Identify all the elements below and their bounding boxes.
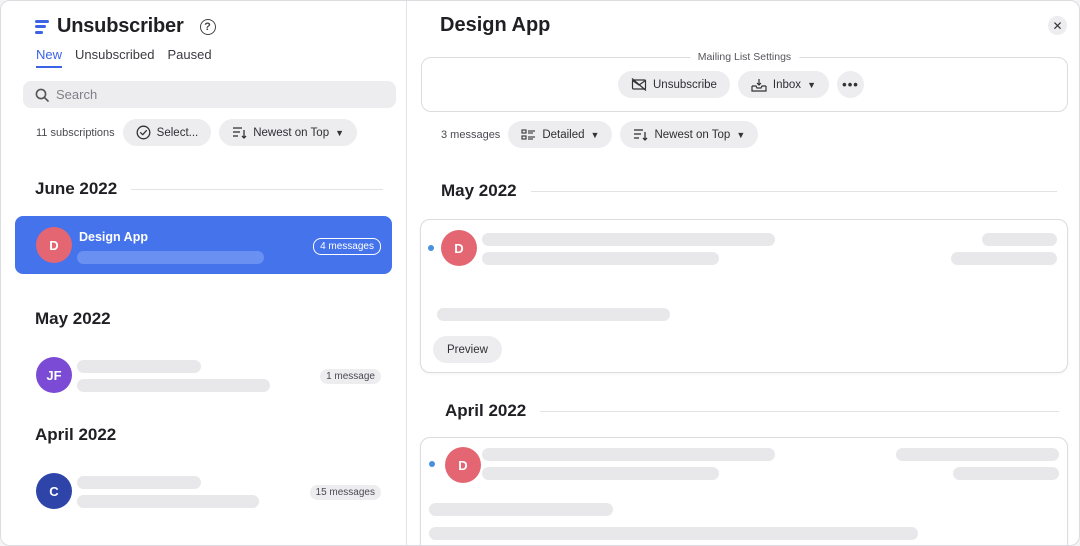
placeholder-line [896, 448, 1059, 461]
message-group-may-2022: May 2022 [441, 181, 1057, 201]
help-icon[interactable]: ? [199, 18, 216, 35]
avatar: D [36, 227, 72, 263]
search-icon [35, 88, 49, 102]
message-card[interactable]: D [420, 437, 1068, 545]
message-group-april-2022: April 2022 [445, 401, 1059, 421]
avatar: D [445, 447, 481, 483]
left-filter-row: 11 subscriptions Select... Newest on Top… [36, 119, 358, 146]
unsubscribe-mail-icon [631, 78, 647, 91]
view-mode-dropdown[interactable]: Detailed ▼ [508, 121, 613, 148]
inbox-label: Inbox [772, 78, 802, 91]
mailing-list-label: Mailing List Settings [689, 51, 800, 63]
divider [530, 190, 1057, 192]
placeholder-line [482, 252, 719, 265]
detail-title: Design App [440, 14, 551, 36]
placeholder-line [953, 467, 1059, 480]
avatar: JF [36, 357, 72, 393]
search-bar[interactable] [23, 81, 396, 108]
placeholder-line [77, 495, 259, 508]
chevron-down-icon: ▼ [590, 129, 600, 140]
placeholder-line [982, 233, 1057, 246]
unread-indicator [428, 245, 434, 251]
placeholder-line [77, 379, 270, 392]
sort-label: Newest on Top [654, 128, 731, 141]
list-logo-icon [35, 19, 49, 34]
unsubscribe-button[interactable]: Unsubscribe [618, 71, 730, 98]
search-input[interactable] [56, 87, 356, 102]
placeholder-line [77, 251, 264, 264]
message-card[interactable]: D Preview [420, 219, 1068, 373]
tab-new[interactable]: New [36, 47, 63, 68]
detailed-view-icon [521, 128, 536, 140]
group-header-may-2022: May 2022 [35, 309, 383, 329]
subscriptions-pane: Unsubscriber ? New Unsubscribed Paused 1… [1, 1, 407, 545]
subscription-item-design-app[interactable]: D Design App 4 messages [15, 216, 392, 274]
detail-sort-dropdown[interactable]: Newest on Top ▼ [620, 121, 759, 148]
tab-paused[interactable]: Paused [168, 47, 212, 68]
app-title: Unsubscriber [57, 15, 184, 37]
detail-filter-row: 3 messages Detailed ▼ Newest on Top ▼ [441, 121, 759, 148]
sort-icon [233, 127, 247, 139]
inbox-tray-icon [751, 78, 767, 92]
chevron-down-icon: ▼ [736, 129, 746, 140]
message-count: 3 messages [441, 128, 501, 141]
avatar: D [441, 230, 477, 266]
placeholder-line [429, 503, 613, 516]
group-heading: June 2022 [35, 179, 118, 198]
group-header-april-2022: April 2022 [35, 425, 383, 445]
placeholder-line [77, 476, 201, 489]
placeholder-line [482, 448, 775, 461]
placeholder-line [77, 360, 201, 373]
tab-unsubscribed[interactable]: Unsubscribed [75, 47, 155, 68]
check-circle-icon [136, 125, 151, 140]
placeholder-line [482, 467, 719, 480]
subscription-item-jf[interactable]: JF 1 message [15, 346, 392, 404]
more-icon[interactable]: ••• [836, 71, 864, 98]
select-button[interactable]: Select... [122, 119, 212, 146]
inbox-dropdown[interactable]: Inbox ▼ [737, 71, 829, 98]
sort-dropdown[interactable]: Newest on Top ▼ [219, 119, 358, 146]
message-count-badge: 15 messages [309, 485, 381, 500]
message-count-badge: 1 message [320, 369, 381, 384]
tab-bar: New Unsubscribed Paused [36, 47, 212, 68]
app-header: Unsubscriber ? [35, 15, 216, 38]
placeholder-line [437, 308, 670, 321]
view-mode-label: Detailed [542, 128, 585, 141]
placeholder-line [429, 527, 918, 540]
placeholder-line [482, 233, 775, 246]
avatar: C [36, 473, 72, 509]
group-heading: April 2022 [35, 425, 117, 444]
message-count-badge: 4 messages [313, 238, 381, 255]
divider [540, 410, 1059, 412]
placeholder-line [951, 252, 1057, 265]
subscription-name: Design App [79, 230, 148, 244]
group-heading: May 2022 [441, 181, 517, 200]
sort-icon [634, 129, 648, 141]
group-heading: May 2022 [35, 309, 111, 328]
select-label: Select... [156, 126, 199, 139]
subscription-count: 11 subscriptions [36, 126, 115, 139]
group-header-june-2022: June 2022 [35, 179, 383, 199]
mailing-list-actions: Unsubscribe Inbox ▼ ••• [618, 71, 864, 98]
unsubscribe-label: Unsubscribe [653, 78, 717, 91]
group-heading: April 2022 [445, 401, 527, 420]
close-icon[interactable]: ✕ [1048, 16, 1067, 35]
subscription-item-c[interactable]: C 15 messages [15, 462, 392, 520]
divider [131, 188, 383, 190]
sort-label: Newest on Top [253, 126, 330, 139]
unread-indicator [429, 461, 435, 467]
chevron-down-icon: ▼ [335, 127, 345, 138]
app-window: Unsubscriber ? New Unsubscribed Paused 1… [0, 0, 1080, 546]
chevron-down-icon: ▼ [807, 79, 816, 90]
preview-button[interactable]: Preview [433, 336, 502, 363]
mailing-list-settings: Mailing List Settings Unsubscribe Inbox … [421, 51, 1068, 112]
detail-pane: Design App ✕ Mailing List Settings Unsub… [408, 1, 1079, 545]
